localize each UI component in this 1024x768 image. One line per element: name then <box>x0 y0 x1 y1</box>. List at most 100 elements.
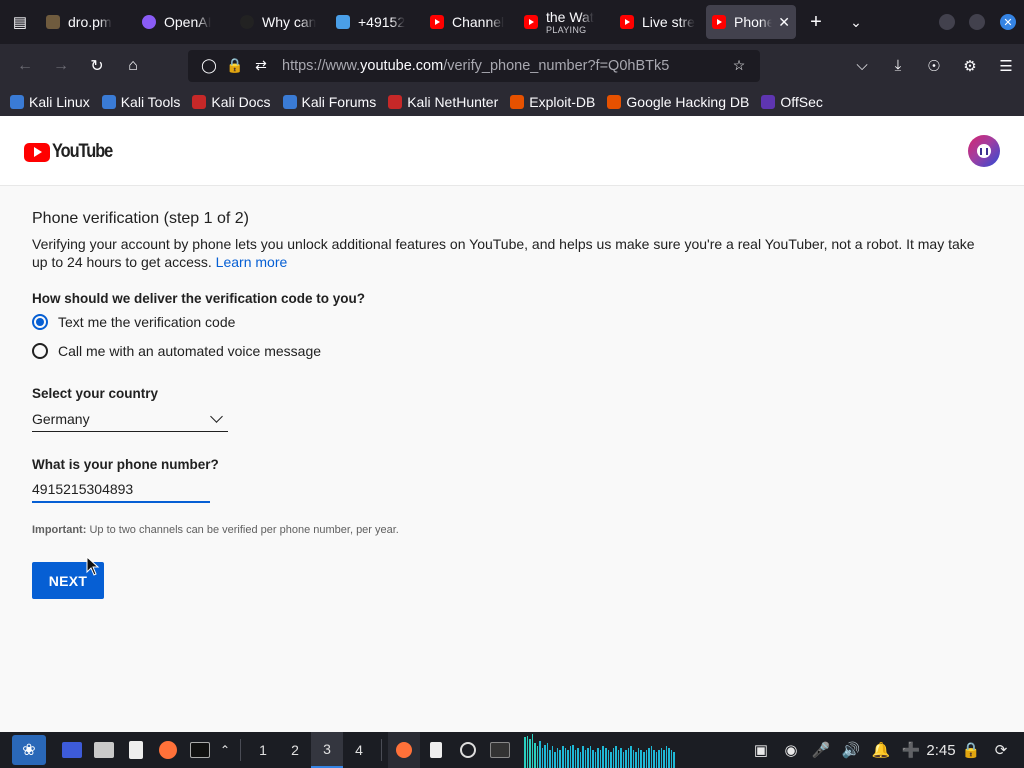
clipboard-icon[interactable]: ▣ <box>746 732 776 768</box>
browser-tab[interactable]: the Wat PLAYING <box>518 5 614 39</box>
bookmark-item[interactable]: Google Hacking DB <box>607 94 749 110</box>
visualizer-bar <box>637 748 640 768</box>
workspace-button[interactable]: 3 <box>311 732 343 768</box>
phone-number-input[interactable] <box>32 477 210 503</box>
bookmark-item[interactable]: OffSec <box>761 94 823 110</box>
editor-window-icon[interactable] <box>420 732 452 768</box>
bookmark-label[interactable]: Google Hacking DB <box>626 94 749 110</box>
workspace-button[interactable]: 1 <box>247 732 279 768</box>
lock-icon[interactable]: 🔒 <box>222 57 248 74</box>
browser-tab[interactable]: Phone ✕ <box>706 5 796 39</box>
kali-menu-icon[interactable]: ❀ <box>12 735 46 765</box>
learn-more-link[interactable]: Learn more <box>216 254 288 270</box>
volume-icon[interactable]: 🔊 <box>836 732 866 768</box>
chevron-up-icon[interactable]: ⌃ <box>216 732 234 768</box>
url-bar[interactable]: ◯ 🔒 ⇄ https://www.youtube.com/verify_pho… <box>188 49 760 82</box>
bookmark-item[interactable]: Exploit-DB <box>510 94 595 110</box>
tab-title[interactable]: Phone <box>734 14 772 30</box>
firefox-window-icon[interactable] <box>388 732 420 768</box>
option-text-message[interactable]: Text me the verification code <box>32 314 235 330</box>
lock-screen-icon[interactable]: 🔒 <box>956 732 986 768</box>
chevron-down-icon[interactable] <box>210 410 223 423</box>
notifications-icon[interactable]: 🔔 <box>866 732 896 768</box>
list-all-tabs-icon[interactable]: ⌄ <box>836 0 876 44</box>
visualizer-bar <box>524 737 526 768</box>
tab-title[interactable]: Channel <box>452 14 504 30</box>
url-text[interactable]: https://www.youtube.com/verify_phone_num… <box>282 58 726 74</box>
file-manager-icon[interactable] <box>88 732 120 768</box>
update-icon[interactable]: ➕ <box>896 732 926 768</box>
firefox-icon[interactable] <box>152 732 184 768</box>
bookmark-label[interactable]: Kali NetHunter <box>407 94 498 110</box>
tab-list-icon[interactable]: ▤ <box>0 0 40 44</box>
country-value[interactable]: Germany <box>32 411 90 427</box>
visualizer-bar <box>642 752 645 768</box>
bookmark-label[interactable]: Kali Forums <box>302 94 377 110</box>
terminal-window-icon[interactable] <box>484 732 516 768</box>
bookmark-item[interactable]: Kali Tools <box>101 94 181 110</box>
reload-icon[interactable]: ↻ <box>80 49 114 83</box>
terminal-icon[interactable] <box>184 732 216 768</box>
radio-text-message[interactable] <box>32 314 48 330</box>
workspace-button[interactable]: 4 <box>343 732 375 768</box>
obs-window-icon[interactable] <box>452 732 484 768</box>
text-editor-icon[interactable] <box>120 732 152 768</box>
bookmark-item[interactable]: Kali Forums <box>282 94 377 110</box>
bookmark-star-icon[interactable]: ☆ <box>726 57 752 74</box>
option-text-label[interactable]: Text me the verification code <box>58 314 235 330</box>
visualizer-bar <box>670 750 673 768</box>
bookmark-favicon-icon <box>761 94 776 109</box>
youtube-logo[interactable]: YouTube <box>24 141 122 163</box>
bookmark-label[interactable]: OffSec <box>780 94 823 110</box>
maximize-button[interactable] <box>969 14 985 30</box>
avatar[interactable] <box>968 135 1000 167</box>
bookmark-item[interactable]: Kali Docs <box>192 94 271 110</box>
bookmark-label[interactable]: Exploit-DB <box>529 94 595 110</box>
radio-voice-call[interactable] <box>32 343 48 359</box>
microphone-icon[interactable]: 🎤 <box>806 732 836 768</box>
close-window-button[interactable]: ✕ <box>1000 14 1016 30</box>
tab-title[interactable]: dro.pm <box>68 14 112 30</box>
back-icon[interactable]: ← <box>8 49 42 83</box>
permissions-icon[interactable]: ⇄ <box>248 57 274 74</box>
phone-label: What is your phone number? <box>32 457 219 472</box>
tab-title[interactable]: Live stre <box>642 14 695 30</box>
bookmark-label[interactable]: Kali Docs <box>211 94 270 110</box>
description-text: Verifying your account by phone lets you… <box>32 236 975 270</box>
new-tab-button[interactable]: + <box>796 0 836 44</box>
bookmark-item[interactable]: Kali NetHunter <box>388 94 498 110</box>
bookmark-label[interactable]: Kali Tools <box>121 94 181 110</box>
browser-tab[interactable]: Channel <box>424 5 518 39</box>
tab-title[interactable]: the Wat <box>546 9 594 25</box>
bookmark-item[interactable]: Kali Linux <box>10 94 90 110</box>
obs-tray-icon[interactable]: ◉ <box>776 732 806 768</box>
forward-icon[interactable]: → <box>44 49 78 83</box>
pocket-icon[interactable]: ⌵ <box>845 49 879 83</box>
desktop-icon[interactable] <box>56 732 88 768</box>
browser-tab[interactable]: dro.pm <box>40 5 136 39</box>
close-tab-icon[interactable]: ✕ <box>778 14 790 31</box>
tab-title[interactable]: +49152 <box>358 14 405 30</box>
bookmark-label[interactable]: Kali Linux <box>29 94 90 110</box>
downloads-icon[interactable]: ⤓ <box>881 49 915 83</box>
minimize-button[interactable] <box>939 14 955 30</box>
country-select[interactable]: Germany <box>32 407 228 432</box>
browser-tab[interactable]: Live stre <box>614 5 706 39</box>
browser-tab[interactable]: +49152 <box>330 5 424 39</box>
home-icon[interactable]: ⌂ <box>116 49 150 83</box>
clock[interactable]: 2:45 <box>926 732 956 768</box>
logout-icon[interactable]: ⟳ <box>986 732 1016 768</box>
shield-icon[interactable]: ◯ <box>196 57 222 74</box>
menu-icon[interactable]: ☰ <box>989 49 1023 83</box>
browser-tab[interactable]: OpenAI <box>136 5 234 39</box>
extensions-icon[interactable]: ⚙ <box>953 49 987 83</box>
browser-tab[interactable]: Why can <box>234 5 330 39</box>
taskbar-separator <box>381 739 382 761</box>
account-icon[interactable]: ☉ <box>917 49 951 83</box>
option-call-label[interactable]: Call me with an automated voice message <box>58 343 321 359</box>
tab-title[interactable]: OpenAI <box>164 14 211 30</box>
avatar-icon <box>977 144 991 158</box>
workspace-button[interactable]: 2 <box>279 732 311 768</box>
option-voice-call[interactable]: Call me with an automated voice message <box>32 343 321 359</box>
tab-title[interactable]: Why can <box>262 14 316 30</box>
